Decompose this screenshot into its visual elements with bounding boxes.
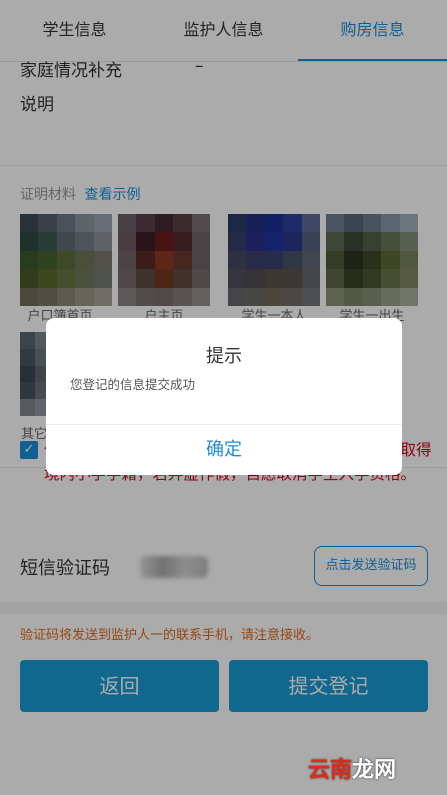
success-dialog: 提示 您登记的信息提交成功 确定 bbox=[46, 318, 402, 475]
dialog-message: 您登记的信息提交成功 bbox=[70, 377, 196, 392]
watermark-part1: 云南 bbox=[308, 758, 353, 783]
watermark-part2: 龙网 bbox=[352, 758, 397, 783]
dialog-title: 提示 bbox=[206, 346, 242, 367]
site-watermark: 云南龙网 bbox=[308, 752, 396, 784]
confirm-button[interactable]: 确定 bbox=[46, 425, 402, 475]
